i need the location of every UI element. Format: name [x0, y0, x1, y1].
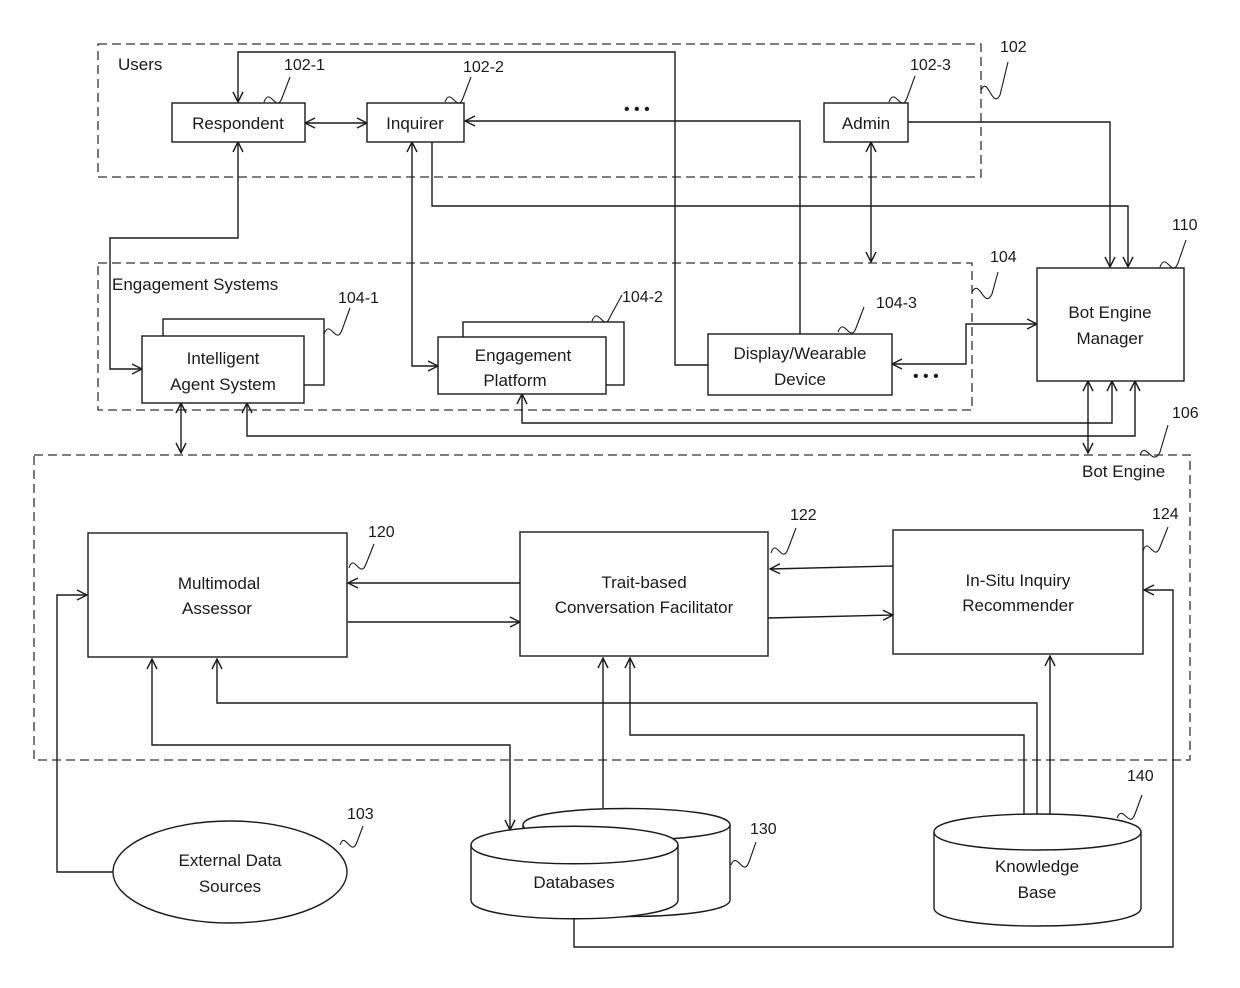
intelligent-agent-line2: Agent System [170, 375, 276, 394]
manager-display-link [892, 324, 1037, 364]
engagement-ref: 104 [990, 249, 1017, 266]
recommender-to-facilitator-link [770, 566, 894, 569]
knowledge-base-node[interactable]: Knowledge Base [933, 813, 1142, 927]
conversation-facilitator-node[interactable]: Trait-based Conversation Facilitator [519, 531, 769, 657]
respondent-label: Respondent [192, 114, 284, 133]
users-ellipsis: • • • [624, 101, 650, 118]
databases-label: Databases [533, 873, 614, 892]
bot-engine-ref-leader [1139, 424, 1169, 458]
databases-ref-leader [730, 841, 757, 868]
bot-engine-manager-line2: Manager [1076, 329, 1143, 348]
inquirer-node[interactable]: Inquirer [366, 102, 465, 143]
kb-to-facilitator-link [630, 658, 1025, 818]
conversation-facilitator-line2: Conversation Facilitator [555, 598, 734, 617]
facilitator-to-recommender-link [767, 615, 893, 618]
engagement-platform-node[interactable]: Engagement Platform [437, 321, 625, 395]
intelligent-agent-line1: Intelligent [187, 349, 260, 368]
intelligent-agent-node[interactable]: Intelligent Agent System [141, 318, 325, 404]
bot-engine-ref: 106 [1172, 405, 1199, 422]
inquiry-recommender-ref-leader [1142, 526, 1169, 553]
inquirer-to-manager-link [431, 142, 1128, 267]
system-diagram: Users 102 Engagement Systems 104 Bot Eng… [33, 39, 1199, 948]
admin-ref-leader [888, 75, 916, 104]
engagement-platform-ref-leader [591, 294, 623, 323]
bot-engine-manager-line1: Bot Engine [1068, 303, 1151, 322]
inquiry-recommender-ref: 124 [1152, 506, 1179, 523]
engagement-ellipsis: • • • [913, 368, 939, 385]
knowledge-base-line1: Knowledge [995, 857, 1079, 876]
users-ref-leader [980, 61, 1009, 100]
intelligent-agent-ref-leader [323, 307, 351, 336]
inquiry-recommender-line1: In-Situ Inquiry [966, 571, 1071, 590]
databases-ref: 130 [750, 821, 777, 838]
admin-ref: 102-3 [910, 57, 951, 74]
engagement-platform-line2: Platform [483, 371, 546, 390]
admin-node[interactable]: Admin [823, 102, 909, 143]
external-data-line1: External Data [179, 851, 283, 870]
multimodal-assessor-node[interactable]: Multimodal Assessor [87, 532, 348, 658]
inquirer-label: Inquirer [386, 114, 444, 133]
multimodal-assessor-line1: Multimodal [178, 574, 260, 593]
knowledge-base-ref-leader [1116, 794, 1143, 820]
manager-agent-link [247, 381, 1135, 437]
external-data-node[interactable]: External Data Sources [112, 820, 348, 924]
inquiry-recommender-node[interactable]: In-Situ Inquiry Recommender [892, 529, 1144, 655]
external-data-ref: 103 [347, 806, 374, 823]
engagement-ref-leader [971, 271, 999, 300]
inquiry-recommender-line2: Recommender [962, 596, 1074, 615]
admin-to-manager-link [908, 121, 1110, 267]
engagement-platform-ref: 104-2 [622, 289, 663, 306]
display-device-ref-leader [837, 306, 865, 334]
conversation-facilitator-ref-leader [770, 527, 797, 555]
external-data-ref-leader [339, 825, 364, 848]
inquirer-ref: 102-2 [463, 59, 504, 76]
admin-label: Admin [842, 114, 890, 133]
multimodal-assessor-ref-leader [348, 543, 375, 570]
conversation-facilitator-line1: Trait-based [601, 573, 686, 592]
display-to-respondent-link [238, 51, 708, 366]
multimodal-assessor-ref: 120 [368, 524, 395, 541]
respondent-ref: 102-1 [284, 57, 325, 74]
databases-assessor-link [152, 659, 510, 830]
users-ref: 102 [1000, 39, 1027, 56]
conversation-facilitator-ref: 122 [790, 507, 817, 524]
respondent-node[interactable]: Respondent [171, 102, 306, 143]
users-group-label: Users [118, 55, 162, 74]
bot-engine-manager-ref-leader [1159, 239, 1187, 269]
respondent-ref-leader [263, 76, 291, 104]
display-device-ref: 104-3 [876, 295, 917, 312]
knowledge-base-ref: 140 [1127, 768, 1154, 785]
bot-engine-manager-node[interactable]: Bot Engine Manager [1036, 267, 1185, 382]
bot-engine-group-label: Bot Engine [1082, 462, 1165, 481]
display-device-line1: Display/Wearable [734, 344, 867, 363]
external-data-line2: Sources [199, 877, 261, 896]
engagement-group-label: Engagement Systems [112, 275, 278, 294]
display-device-node[interactable]: Display/Wearable Device [707, 333, 893, 396]
knowledge-base-line2: Base [1018, 883, 1057, 902]
bot-engine-manager-ref: 110 [1172, 217, 1198, 234]
kb-to-assessor-link [217, 659, 1038, 818]
intelligent-agent-ref: 104-1 [338, 290, 379, 307]
inquirer-platform-link [412, 142, 438, 366]
display-device-line2: Device [774, 370, 826, 389]
engagement-platform-line1: Engagement [475, 346, 572, 365]
inquirer-ref-leader [444, 76, 472, 104]
multimodal-assessor-line2: Assessor [182, 599, 252, 618]
